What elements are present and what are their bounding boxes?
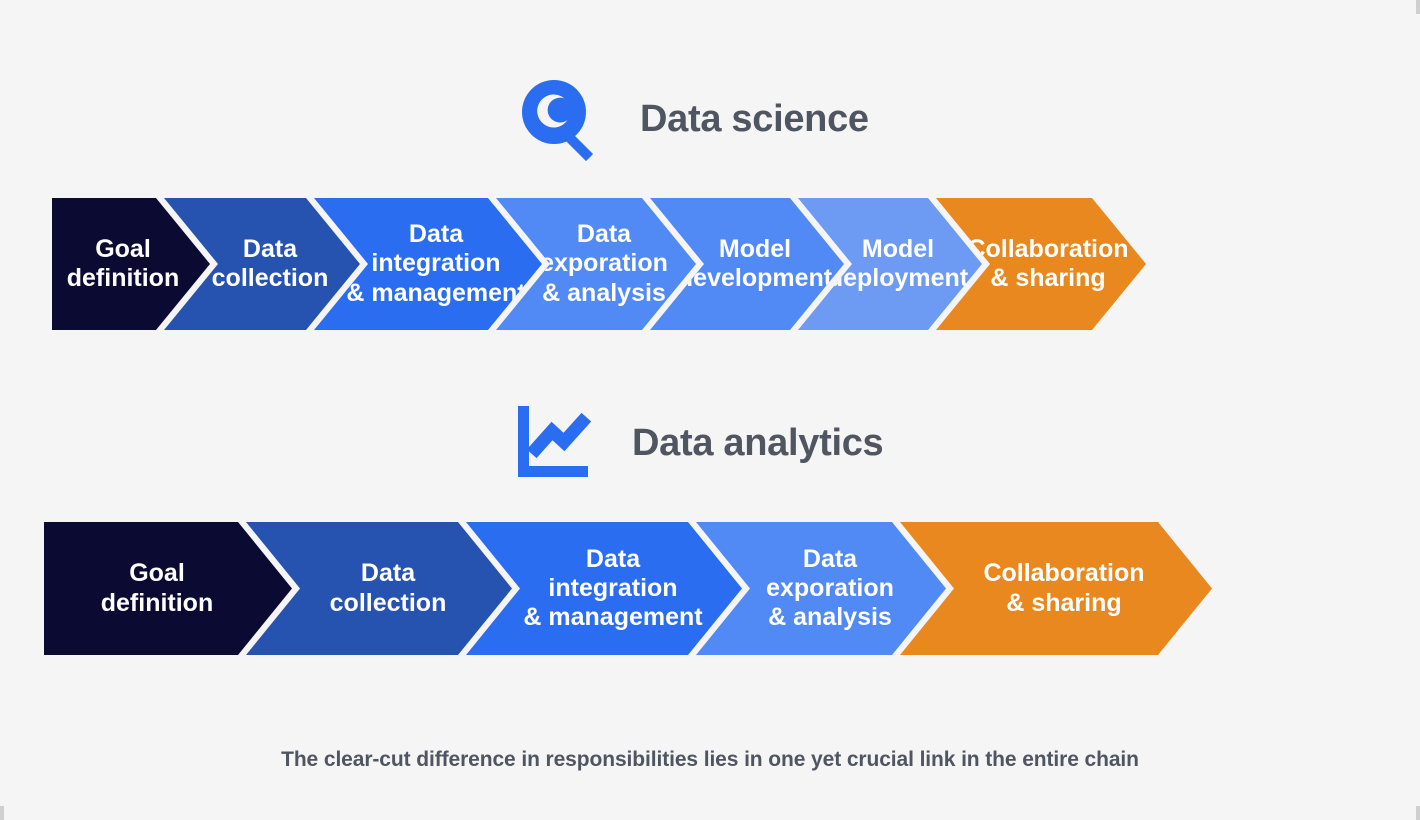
magnifier-icon [516,76,602,162]
step-label: Goal definition [100,559,214,617]
step-label: Data integration & management [523,544,703,632]
step-label: Data exporation & analysis [766,544,894,632]
step-label: Model development [677,234,833,292]
step-goal-definition[interactable]: Goal definition [44,522,292,655]
step-label: Collaboration & sharing [983,559,1145,617]
section-header-data-analytics: Data analytics [508,400,884,486]
section-header-data-science: Data science [516,76,869,162]
step-label: Data exporation & analysis [540,220,668,307]
step-label: Goal definition [66,234,180,292]
corner-tick-bottom-left [0,806,4,820]
step-label: Data collection [211,234,329,292]
corner-tick-top-right [1416,0,1420,14]
caption-text: The clear-cut difference in responsibili… [281,748,1139,771]
process-chain-data-analytics: Goal definition Data collection Data int… [44,522,1346,655]
step-label: Data integration & management [346,220,526,307]
process-chain-data-science: Goal definition Data collection Data int… [52,198,1358,330]
step-collaboration-sharing[interactable]: Collaboration & sharing [900,522,1212,655]
step-label: Data collection [329,559,447,617]
section-title-data-analytics: Data analytics [632,422,884,464]
corner-tick-bottom-right [1416,806,1420,820]
section-title-data-science: Data science [640,98,869,140]
step-label: Model deployment [827,234,969,292]
line-chart-icon [508,400,594,486]
step-label: Collaboration & sharing [967,234,1129,292]
diagram-canvas: Data science Goal definition Data collec… [0,0,1420,820]
